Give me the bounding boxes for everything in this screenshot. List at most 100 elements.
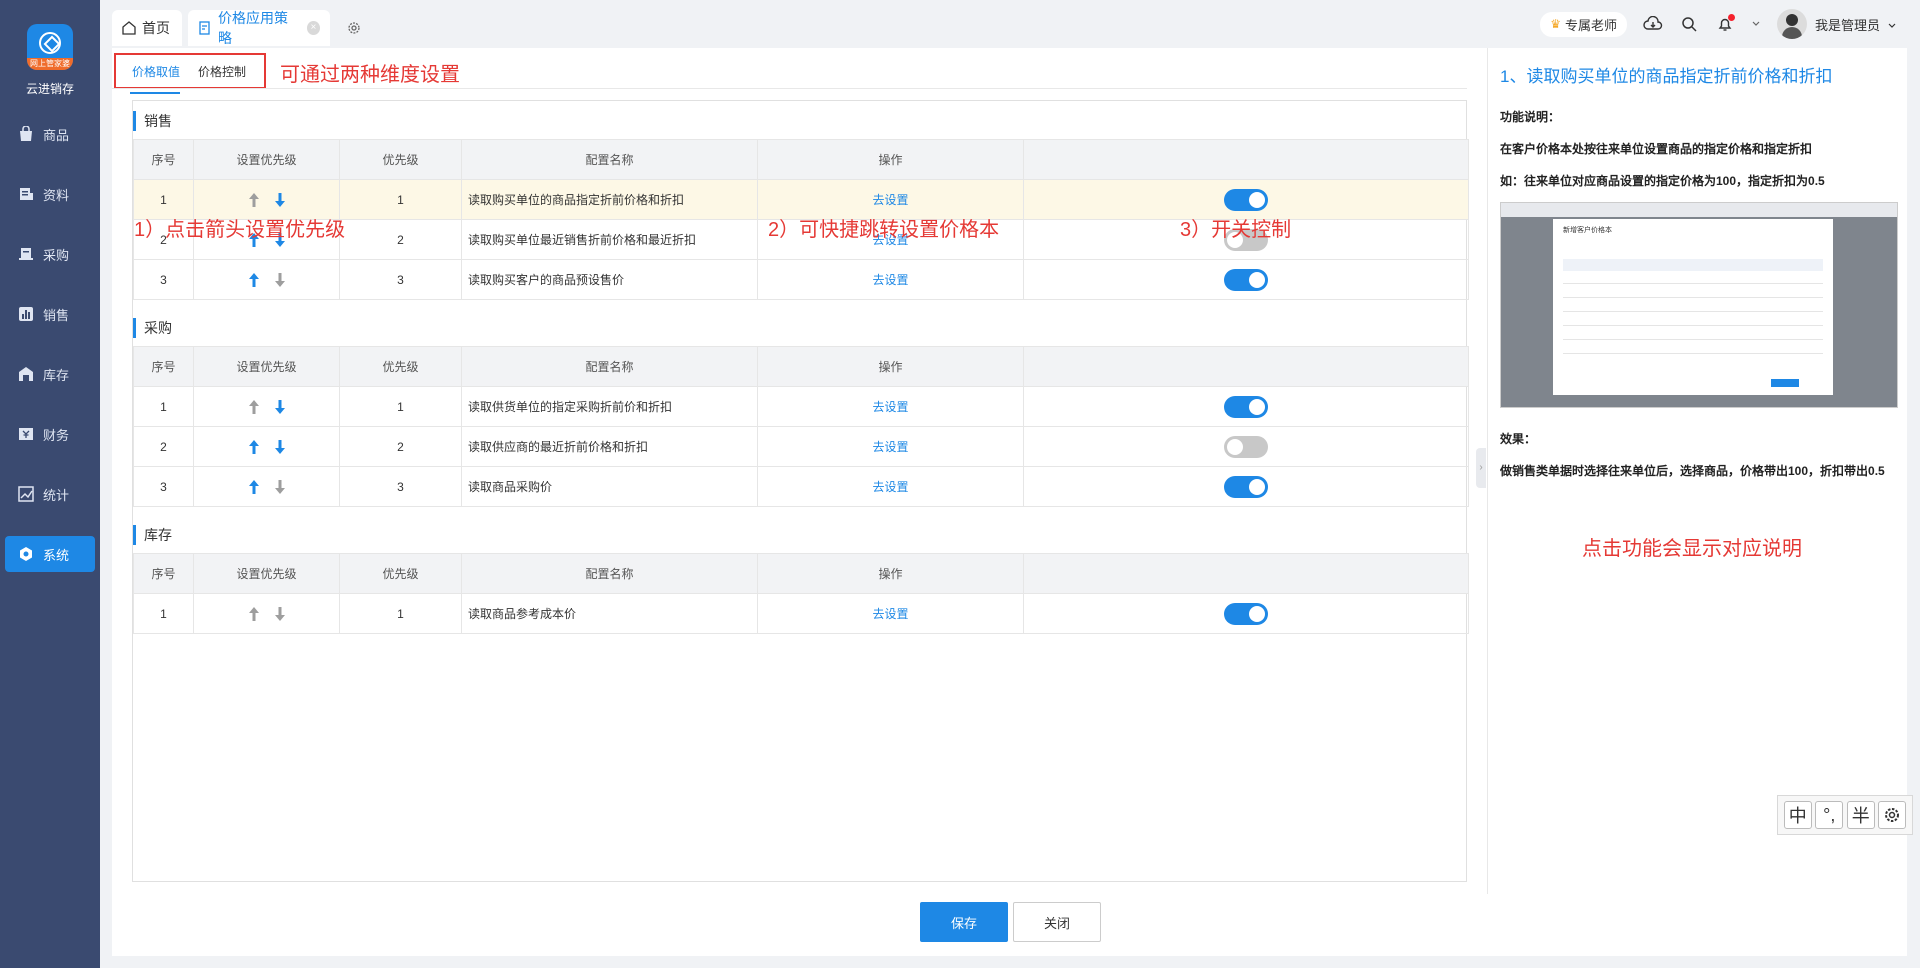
arrow-down-icon[interactable] xyxy=(274,399,286,415)
table-row[interactable]: 3 3 读取商品采购价 去设置 xyxy=(133,466,1469,507)
tab-label: 首页 xyxy=(142,20,170,36)
app-logo[interactable]: 网上管家婆 xyxy=(27,24,73,70)
close-icon[interactable]: × xyxy=(306,21,320,35)
column-header: 配置名称 xyxy=(461,553,758,594)
priority-arrows xyxy=(193,593,340,634)
sidebar-item-system[interactable]: 系统 xyxy=(5,536,95,572)
column-header: 配置名称 xyxy=(461,346,758,387)
tab-label: 价格应用策略 xyxy=(218,10,288,46)
table-header-row: 序号 设置优先级 优先级 配置名称 操作 xyxy=(133,553,1469,594)
sidebar-item-goods[interactable]: 商品 xyxy=(5,116,95,152)
document-icon xyxy=(17,185,35,203)
arrow-up-icon[interactable] xyxy=(248,272,260,288)
ime-settings-icon[interactable] xyxy=(1878,801,1907,829)
toggle-knob xyxy=(1227,438,1243,455)
exclusive-teacher-button[interactable]: ♛ 专属老师 xyxy=(1540,11,1627,37)
arrow-down-icon xyxy=(274,479,286,495)
priority-arrows xyxy=(193,259,340,300)
document-edit-icon xyxy=(198,21,212,35)
screenshot-table-header xyxy=(1563,259,1823,271)
column-header: 设置优先级 xyxy=(193,346,340,387)
ime-halfwidth-key[interactable]: 半 xyxy=(1846,801,1875,829)
sidebar-item-label: 统计 xyxy=(43,487,70,503)
annotation-subtabs: 可通过两种维度设置 xyxy=(280,64,460,86)
arrow-up-icon xyxy=(248,399,260,415)
column-header: 序号 xyxy=(133,139,194,180)
go-settings-link[interactable]: 去设置 xyxy=(872,607,908,621)
toggle-knob xyxy=(1249,478,1265,495)
gear-icon[interactable] xyxy=(346,20,362,39)
cloud-download-icon[interactable] xyxy=(1643,14,1663,34)
sidebar-item-purchase[interactable]: 采购 xyxy=(5,236,95,272)
save-button[interactable]: 保存 xyxy=(920,902,1008,942)
enable-toggle[interactable] xyxy=(1224,475,1268,498)
help-func-desc: 在客户价格本处按往来单位设置商品的指定价格和指定折扣 xyxy=(1500,142,1813,156)
user-menu[interactable]: 我是管理员 xyxy=(1776,9,1896,39)
arrow-up-icon xyxy=(248,606,260,622)
enable-toggle[interactable] xyxy=(1224,268,1268,291)
screenshot-row xyxy=(1563,297,1823,298)
section-title: 销售 xyxy=(133,111,172,131)
go-settings-link[interactable]: 去设置 xyxy=(872,193,908,207)
tab-price-value[interactable]: 价格取值 xyxy=(129,63,181,94)
row-priority: 1 xyxy=(339,386,462,427)
row-config-name: 读取购买客户的商品预设售价 xyxy=(461,259,758,300)
enable-toggle[interactable] xyxy=(1224,395,1268,418)
tab-home[interactable]: 首页 xyxy=(112,10,182,46)
help-example: 如：往来单位对应商品设置的指定价格为100，指定折扣为0.5 xyxy=(1500,174,1825,188)
arrow-down-icon[interactable] xyxy=(274,439,286,455)
tab-price-control[interactable]: 价格控制 xyxy=(198,63,246,80)
top-bar: 首页 价格应用策略 × ♛ 专属老师 我是管理员 xyxy=(100,0,1920,48)
tab-price-strategy[interactable]: 价格应用策略 × xyxy=(188,10,330,46)
ime-punctuation-key[interactable]: °, xyxy=(1815,801,1844,829)
row-toggle-cell xyxy=(1023,426,1469,467)
close-button[interactable]: 关闭 xyxy=(1013,902,1101,942)
sidebar-item-inventory[interactable]: 库存 xyxy=(5,356,95,392)
ime-chinese-key[interactable]: 中 xyxy=(1783,801,1812,829)
chevron-down-icon[interactable] xyxy=(1751,14,1761,34)
row-action: 去设置 xyxy=(757,386,1024,427)
go-settings-link[interactable]: 去设置 xyxy=(872,273,908,287)
divider xyxy=(112,88,1467,89)
annotation-arrows: 1）点击箭头设置优先级 xyxy=(134,219,346,241)
go-settings-link[interactable]: 去设置 xyxy=(872,480,908,494)
column-header: 优先级 xyxy=(339,553,462,594)
enable-toggle[interactable] xyxy=(1224,188,1268,211)
app-name: 云进销存 xyxy=(25,82,74,96)
sub-tabs: 价格取值 价格控制 xyxy=(114,53,266,94)
collapse-handle[interactable]: › xyxy=(1476,448,1486,488)
sidebar-item-sales[interactable]: 销售 xyxy=(5,296,95,332)
go-settings-link[interactable]: 去设置 xyxy=(872,440,908,454)
arrow-up-icon[interactable] xyxy=(248,439,260,455)
logo-strip-text: 网上管家婆 xyxy=(27,58,73,70)
column-header xyxy=(1023,346,1469,387)
crown-icon: ♛ xyxy=(1550,17,1561,31)
table-row[interactable]: 1 1 读取商品参考成本价 去设置 xyxy=(133,593,1469,634)
priority-arrows xyxy=(193,466,340,507)
screenshot-button xyxy=(1771,379,1799,387)
screenshot-row xyxy=(1563,283,1823,284)
home-icon xyxy=(122,21,136,35)
sidebar-item-finance[interactable]: 财务 xyxy=(5,416,95,452)
table-row[interactable]: 2 2 读取供应商的最近折前价格和折扣 去设置 xyxy=(133,426,1469,467)
screenshot-row xyxy=(1563,353,1823,354)
arrow-up-icon[interactable] xyxy=(248,479,260,495)
search-icon[interactable] xyxy=(1679,14,1699,34)
table-row[interactable]: 3 3 读取购买客户的商品预设售价 去设置 xyxy=(133,259,1469,300)
arrow-down-icon[interactable] xyxy=(274,192,286,208)
row-action: 去设置 xyxy=(757,466,1024,507)
row-toggle-cell xyxy=(1023,466,1469,507)
go-settings-link[interactable]: 去设置 xyxy=(872,400,908,414)
notification-dot xyxy=(1727,14,1735,21)
bell-icon[interactable] xyxy=(1715,14,1735,34)
row-config-name: 读取购买单位最近销售折前价格和最近折扣 xyxy=(461,219,758,260)
config-table: 序号 设置优先级 优先级 配置名称 操作 1 1 读取供货单位的指定采购折前价和折扣 去设置 2 2… xyxy=(133,346,1469,507)
sidebar-item-data[interactable]: 资料 xyxy=(5,176,95,212)
priority-arrows xyxy=(193,426,340,467)
enable-toggle[interactable] xyxy=(1224,435,1268,458)
row-config-name: 读取供货单位的指定采购折前价和折扣 xyxy=(461,386,758,427)
user-name: 我是管理员 xyxy=(1814,17,1880,33)
table-row[interactable]: 1 1 读取供货单位的指定采购折前价和折扣 去设置 xyxy=(133,386,1469,427)
enable-toggle[interactable] xyxy=(1224,602,1268,625)
sidebar-item-statistics[interactable]: 统计 xyxy=(5,476,95,512)
